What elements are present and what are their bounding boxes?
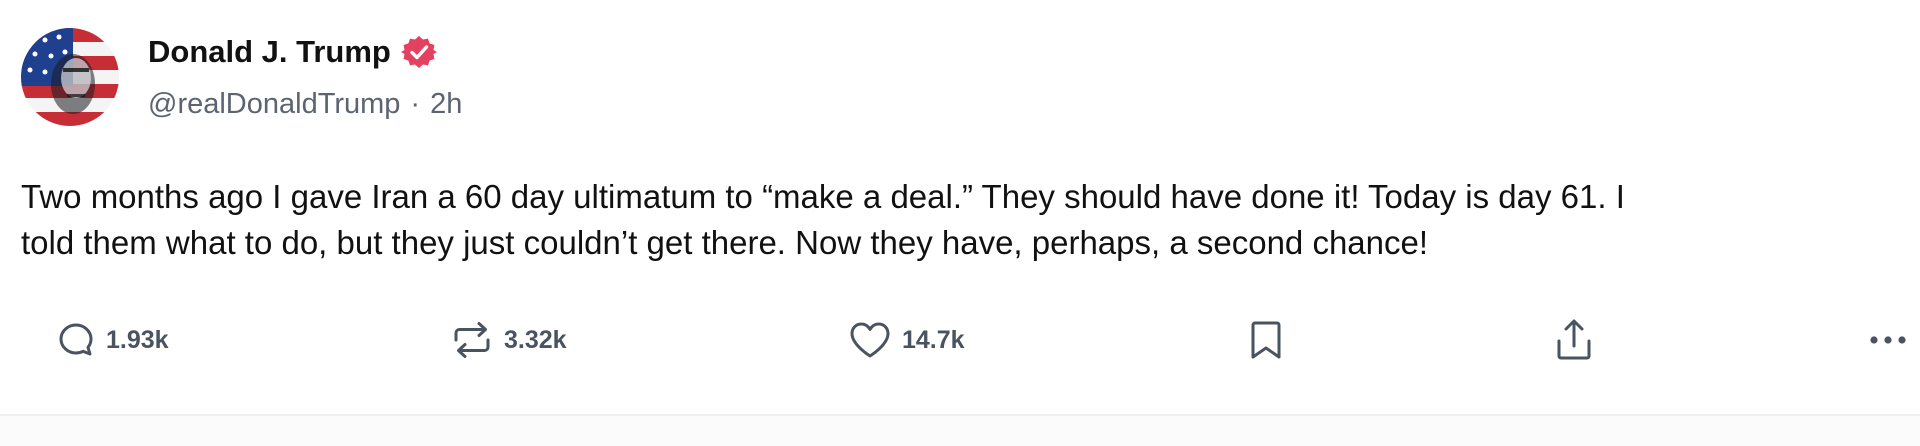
display-name[interactable]: Donald J. Trump <box>148 34 391 70</box>
verified-badge-icon <box>400 36 437 68</box>
reply-count: 1.93k <box>106 325 169 354</box>
repost-icon <box>454 322 490 358</box>
more-icon <box>1870 336 1906 344</box>
next-post-area <box>0 416 1920 446</box>
post-timestamp[interactable]: 2h <box>430 88 462 121</box>
avatar-image <box>21 28 119 126</box>
reply-button[interactable]: 1.93k <box>56 310 169 370</box>
post-body-line: told them what to do, but they just coul… <box>21 224 1429 261</box>
author-name-row: Donald J. Trump <box>148 30 437 74</box>
repost-button[interactable]: 3.32k <box>450 310 567 370</box>
action-bar: 1.93k 3.32k 14.7k <box>0 310 1920 370</box>
like-button[interactable]: 14.7k <box>848 310 965 370</box>
post-card[interactable]: Donald J. Trump @realDonaldTrump · 2h Tw… <box>0 0 1920 414</box>
meta-separator: · <box>410 88 421 120</box>
author-handle[interactable]: @realDonaldTrump <box>148 88 400 121</box>
like-count: 14.7k <box>902 325 965 354</box>
more-options-button[interactable] <box>1868 310 1912 370</box>
post-body: Two months ago I gave Iran a 60 day ulti… <box>21 174 1901 266</box>
avatar[interactable] <box>21 28 119 126</box>
share-button[interactable] <box>1552 310 1596 370</box>
share-icon <box>1557 319 1591 360</box>
post-body-line: Two months ago I gave Iran a 60 day ulti… <box>21 178 1625 215</box>
bookmark-button[interactable] <box>1246 310 1286 370</box>
author-meta: @realDonaldTrump · 2h <box>148 88 462 121</box>
reply-icon <box>59 323 93 356</box>
heart-icon <box>850 322 890 358</box>
bookmark-icon <box>1251 321 1281 359</box>
repost-count: 3.32k <box>504 325 567 354</box>
